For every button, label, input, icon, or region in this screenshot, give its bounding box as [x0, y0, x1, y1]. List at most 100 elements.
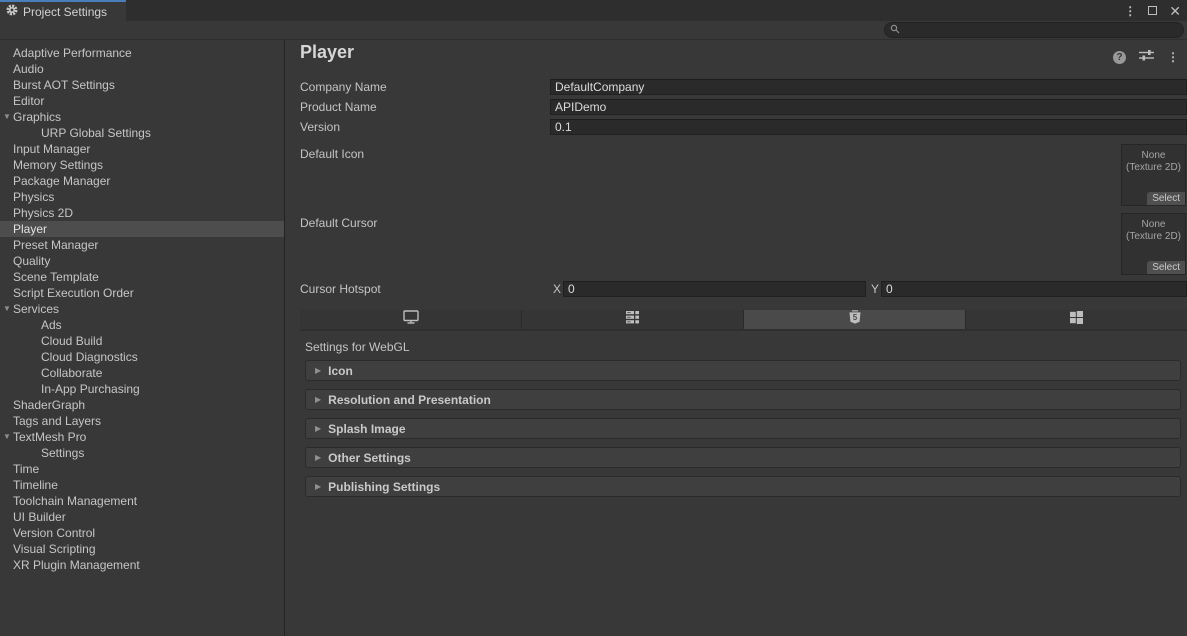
dedicated-server-icon: [626, 311, 639, 329]
windows-icon: [1070, 311, 1083, 329]
sidebar-item-label: Physics 2D: [13, 206, 73, 220]
sidebar-item-adaptive-performance[interactable]: Adaptive Performance: [0, 45, 284, 61]
page-title: Player: [300, 42, 354, 63]
sidebar-item-ui-builder[interactable]: UI Builder: [0, 509, 284, 525]
help-icon[interactable]: ?: [1113, 51, 1126, 64]
sidebar-item-in-app-purchasing[interactable]: In-App Purchasing: [0, 381, 284, 397]
section-splash-image[interactable]: ▶Splash Image: [305, 418, 1181, 439]
sidebar-item-label: Settings: [41, 446, 84, 460]
presets-icon[interactable]: [1139, 48, 1154, 66]
section-icon[interactable]: ▶ Icon: [305, 360, 1181, 381]
sidebar-item-visual-scripting[interactable]: Visual Scripting: [0, 541, 284, 557]
sidebar-item-label: In-App Purchasing: [41, 382, 140, 396]
maximize-icon[interactable]: [1148, 6, 1157, 15]
default-cursor-object-field[interactable]: None (Texture 2D) Select: [1121, 213, 1186, 275]
field-row-version: Version: [286, 119, 1187, 135]
sidebar-item-physics[interactable]: Physics: [0, 189, 284, 205]
sidebar-item-physics-2d[interactable]: Physics 2D: [0, 205, 284, 221]
select-button[interactable]: Select: [1147, 192, 1185, 205]
sidebar-item-label: Timeline: [13, 478, 58, 492]
sidebar-item-label: Input Manager: [13, 142, 90, 156]
sidebar-item-ads[interactable]: Ads: [0, 317, 284, 333]
sidebar-item-tags-and-layers[interactable]: Tags and Layers: [0, 413, 284, 429]
sidebar-item-xr-plugin-management[interactable]: XR Plugin Management: [0, 557, 284, 573]
sidebar-item-settings[interactable]: Settings: [0, 445, 284, 461]
search-box[interactable]: [884, 22, 1184, 38]
search-input[interactable]: [904, 24, 1164, 36]
sidebar-item-urp-global-settings[interactable]: URP Global Settings: [0, 125, 284, 141]
sidebar-item-label: Audio: [13, 62, 44, 76]
sidebar-item-shadergraph[interactable]: ShaderGraph: [0, 397, 284, 413]
sidebar-item-audio[interactable]: Audio: [0, 61, 284, 77]
cursor-hotspot-y-input[interactable]: [881, 281, 1187, 297]
cursor-hotspot-x-input[interactable]: [563, 281, 866, 297]
close-icon[interactable]: ✕: [1169, 4, 1181, 18]
field-label: Company Name: [300, 80, 387, 94]
sidebar-item-burst-aot-settings[interactable]: Burst AOT Settings: [0, 77, 284, 93]
foldout-closed-icon: ▶: [315, 395, 321, 404]
sidebar-item-label: Toolchain Management: [13, 494, 137, 508]
settings-for-platform-label: Settings for WebGL: [305, 340, 410, 354]
sidebar-item-label: Time: [13, 462, 39, 476]
select-button[interactable]: Select: [1147, 261, 1185, 274]
sidebar-item-graphics[interactable]: ▼Graphics: [0, 109, 284, 125]
sidebar-item-label: Graphics: [13, 110, 61, 124]
sidebar-item-time[interactable]: Time: [0, 461, 284, 477]
sidebar-item-cloud-diagnostics[interactable]: Cloud Diagnostics: [0, 349, 284, 365]
foldout-open-icon[interactable]: ▼: [2, 429, 12, 445]
sidebar-item-label: Memory Settings: [13, 158, 103, 172]
sidebar-item-version-control[interactable]: Version Control: [0, 525, 284, 541]
project-settings-window: Project Settings ⋮ ✕ Adaptive Performanc…: [0, 0, 1187, 636]
product-name-input[interactable]: [550, 99, 1187, 115]
sidebar-item-scene-template[interactable]: Scene Template: [0, 269, 284, 285]
sidebar-item-quality[interactable]: Quality: [0, 253, 284, 269]
sidebar-item-label: Tags and Layers: [13, 414, 101, 428]
sidebar-item-label: UI Builder: [13, 510, 66, 524]
toolbar: [0, 21, 1187, 40]
platform-tab-webgl[interactable]: 5: [744, 310, 966, 329]
svg-text:5: 5: [852, 313, 857, 322]
section-label: Icon: [328, 364, 353, 378]
sidebar-item-memory-settings[interactable]: Memory Settings: [0, 157, 284, 173]
sidebar-item-label: XR Plugin Management: [13, 558, 140, 572]
platform-tab-desktop[interactable]: [300, 310, 522, 329]
settings-sections: ▶ Icon ▶Resolution and Presentation ▶Splash…: [305, 360, 1181, 505]
sidebar-item-services[interactable]: ▼Services: [0, 301, 284, 317]
sidebar-item-package-manager[interactable]: Package Manager: [0, 173, 284, 189]
tab-project-settings[interactable]: Project Settings: [0, 0, 126, 21]
player-settings-panel: Player ? ⋮ Company NameProduct NameVersi…: [286, 40, 1187, 636]
sidebar-item-textmesh-pro[interactable]: ▼TextMesh Pro: [0, 429, 284, 445]
sidebar-item-timeline[interactable]: Timeline: [0, 477, 284, 493]
sidebar-item-cloud-build[interactable]: Cloud Build: [0, 333, 284, 349]
version-input[interactable]: [550, 119, 1187, 135]
sidebar-item-label: Cloud Diagnostics: [41, 350, 138, 364]
section-resolution-and-presentation[interactable]: ▶Resolution and Presentation: [305, 389, 1181, 410]
foldout-open-icon[interactable]: ▼: [2, 301, 12, 317]
default-icon-object-field[interactable]: None (Texture 2D) Select: [1121, 144, 1186, 206]
sidebar-item-label: Quality: [13, 254, 50, 268]
foldout-open-icon[interactable]: ▼: [2, 109, 12, 125]
field-row-company-name: Company Name: [286, 79, 1187, 95]
platform-tab-dedicated-server[interactable]: [522, 310, 744, 329]
cursor-hotspot-row: Cursor Hotspot X Y: [286, 281, 1187, 297]
window-menu-icon[interactable]: ⋮: [1124, 5, 1136, 17]
panel-menu-icon[interactable]: ⋮: [1167, 51, 1179, 63]
cursor-hotspot-label: Cursor Hotspot: [300, 282, 381, 296]
sidebar-item-editor[interactable]: Editor: [0, 93, 284, 109]
settings-category-list: Adaptive PerformanceAudioBurst AOT Setti…: [0, 40, 285, 636]
sidebar-item-collaborate[interactable]: Collaborate: [0, 365, 284, 381]
sidebar-item-label: Editor: [13, 94, 44, 108]
platform-tab-windows[interactable]: [966, 310, 1187, 329]
sidebar-item-preset-manager[interactable]: Preset Manager: [0, 237, 284, 253]
foldout-closed-icon: ▶: [315, 366, 321, 375]
sidebar-item-label: Physics: [13, 190, 54, 204]
sidebar-item-label: Cloud Build: [41, 334, 102, 348]
sidebar-item-toolchain-management[interactable]: Toolchain Management: [0, 493, 284, 509]
company-name-input[interactable]: [550, 79, 1187, 95]
sidebar-item-script-execution-order[interactable]: Script Execution Order: [0, 285, 284, 301]
section-publishing-settings[interactable]: ▶Publishing Settings: [305, 476, 1181, 497]
sidebar-item-label: Player: [13, 222, 47, 236]
sidebar-item-input-manager[interactable]: Input Manager: [0, 141, 284, 157]
section-other-settings[interactable]: ▶Other Settings: [305, 447, 1181, 468]
sidebar-item-player[interactable]: Player: [0, 221, 284, 237]
